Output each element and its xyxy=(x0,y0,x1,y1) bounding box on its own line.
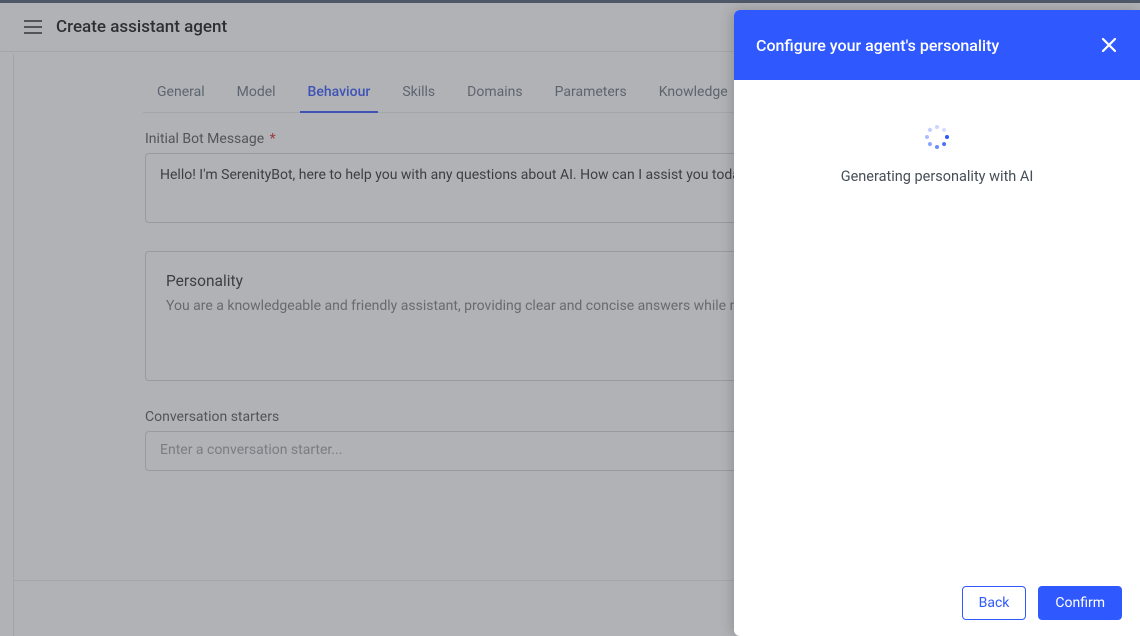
panel-body: Generating personality with AI xyxy=(734,80,1140,572)
close-icon[interactable] xyxy=(1100,36,1118,54)
confirm-button[interactable]: Confirm xyxy=(1038,586,1122,620)
loading-text: Generating personality with AI xyxy=(841,168,1034,185)
panel-title: Configure your agent's personality xyxy=(756,36,999,55)
tab-behaviour[interactable]: Behaviour xyxy=(306,74,373,112)
page-title: Create assistant agent xyxy=(56,17,227,37)
initial-msg-value: Hello! I'm SerenityBot, here to help you… xyxy=(160,167,753,183)
starters-placeholder: Enter a conversation starter... xyxy=(160,442,342,458)
panel-header: Configure your agent's personality xyxy=(734,10,1140,80)
back-button[interactable]: Back xyxy=(962,586,1027,620)
tab-skills[interactable]: Skills xyxy=(400,74,437,112)
tab-parameters[interactable]: Parameters xyxy=(553,74,629,112)
personality-panel: Configure your agent's personality Gener… xyxy=(734,10,1140,636)
left-gutter xyxy=(0,54,14,636)
menu-icon[interactable] xyxy=(24,20,42,34)
required-mark: * xyxy=(270,131,276,147)
tab-general[interactable]: General xyxy=(155,74,207,112)
initial-msg-label: Initial Bot Message xyxy=(145,131,264,147)
tab-model[interactable]: Model xyxy=(235,74,278,112)
tab-knowledge[interactable]: Knowledge xyxy=(657,74,730,112)
panel-footer: Back Confirm xyxy=(734,572,1140,636)
loading-spinner-icon xyxy=(924,124,950,150)
tab-domains[interactable]: Domains xyxy=(465,74,524,112)
